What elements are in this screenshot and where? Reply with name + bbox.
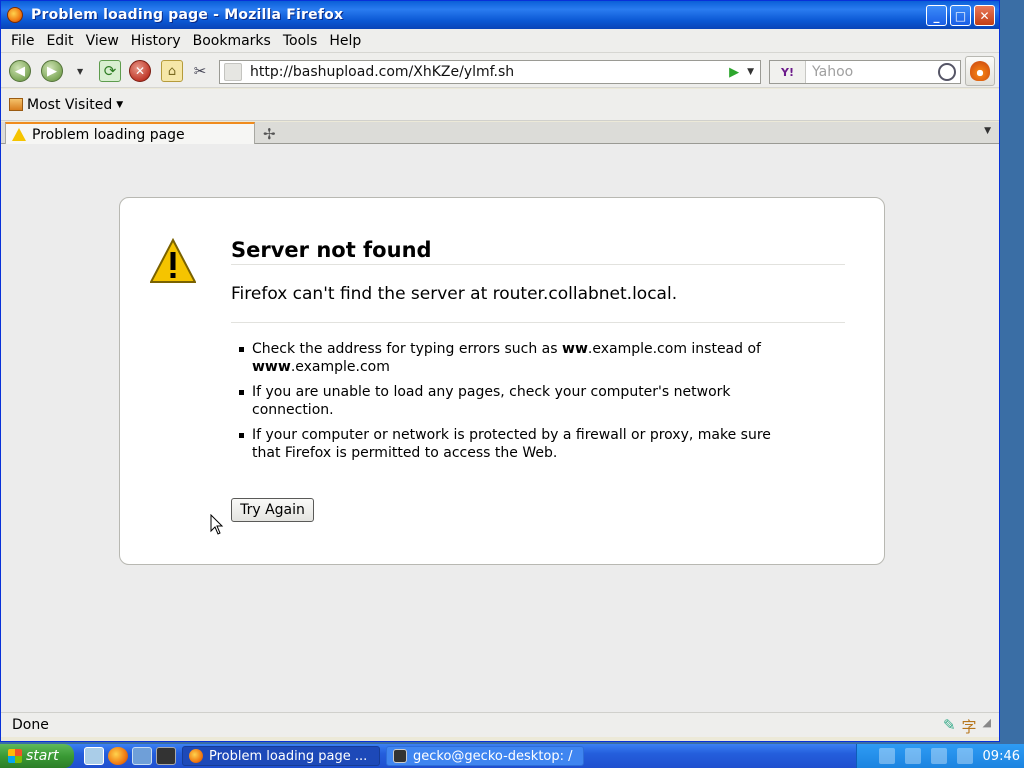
divider bbox=[231, 264, 845, 265]
search-icon[interactable] bbox=[938, 63, 956, 81]
try-again-button[interactable]: Try Again bbox=[231, 498, 314, 522]
url-dropdown-icon[interactable]: ▼ bbox=[747, 67, 754, 77]
history-dropdown-icon[interactable]: ▼ bbox=[77, 67, 83, 76]
maximize-button[interactable]: □ bbox=[950, 5, 971, 26]
clock: 09:46 bbox=[982, 748, 1020, 764]
url-input[interactable]: http://bashupload.com/XhKZe/ylmf.sh bbox=[246, 64, 729, 80]
menu-bookmarks[interactable]: Bookmarks bbox=[187, 33, 277, 49]
warning-icon bbox=[12, 128, 26, 141]
tab-list-dropdown-icon[interactable]: ▼ bbox=[984, 126, 991, 136]
menu-history[interactable]: History bbox=[125, 33, 187, 49]
window-title: Problem loading page - Mozilla Firefox bbox=[31, 7, 344, 23]
error-title: Server not found bbox=[231, 238, 432, 262]
menu-tools[interactable]: Tools bbox=[277, 33, 324, 49]
menu-view[interactable]: View bbox=[80, 33, 125, 49]
mouse-cursor-icon bbox=[210, 514, 224, 535]
go-icon[interactable]: ▶ bbox=[729, 65, 739, 80]
minimize-button[interactable]: _ bbox=[926, 5, 947, 26]
system-tray: 09:46 bbox=[856, 744, 1024, 768]
tab-problem-loading[interactable]: Problem loading page bbox=[5, 122, 255, 145]
warning-icon bbox=[150, 238, 196, 283]
tab-label: Problem loading page bbox=[32, 126, 185, 143]
back-button[interactable]: ◀ bbox=[9, 60, 31, 82]
firefox-icon bbox=[7, 7, 23, 23]
firefox-icon bbox=[189, 749, 203, 763]
terminal-launch-icon[interactable] bbox=[156, 747, 176, 765]
stop-button[interactable]: ✕ bbox=[129, 60, 151, 82]
home-button[interactable]: ⌂ bbox=[161, 60, 183, 82]
browser-window: Problem loading page - Mozilla Firefox _… bbox=[0, 0, 1000, 742]
bookmarks-toolbar: Most Visited ▼ bbox=[1, 89, 999, 121]
list-item: If you are unable to load any pages, che… bbox=[239, 383, 799, 419]
url-bar[interactable]: http://bashupload.com/XhKZe/ylmf.sh ▶ ▼ bbox=[219, 60, 761, 84]
new-tab-button[interactable]: ✢ bbox=[263, 125, 276, 143]
navigation-toolbar: ◀ ▶ ▼ ⟳ ✕ ⌂ ✂ http://bashupload.com/XhKZ… bbox=[1, 52, 999, 88]
list-item: Check the address for typing errors such… bbox=[239, 340, 799, 376]
menu-help[interactable]: Help bbox=[323, 33, 367, 49]
start-flag-icon bbox=[8, 749, 22, 763]
mail-icon[interactable] bbox=[956, 748, 973, 764]
start-button[interactable]: start bbox=[0, 744, 74, 768]
status-text: Done bbox=[12, 717, 49, 733]
error-suggestions-list: Check the address for typing errors such… bbox=[239, 340, 799, 469]
addon-fox-button[interactable] bbox=[965, 56, 995, 86]
status-bar: Done ✎ 字 ◢ bbox=[1, 712, 999, 737]
close-button[interactable]: ✕ bbox=[974, 5, 995, 26]
taskbar: start Problem loading page ... gecko@gec… bbox=[0, 744, 1024, 768]
network-icon[interactable] bbox=[904, 748, 921, 764]
firefox-launch-icon[interactable] bbox=[108, 747, 128, 765]
list-item: If your computer or network is protected… bbox=[239, 426, 799, 462]
quick-launch bbox=[84, 747, 176, 765]
divider bbox=[231, 322, 845, 323]
search-bar[interactable]: Y! Yahoo bbox=[769, 60, 961, 84]
menu-bar: File Edit View History Bookmarks Tools H… bbox=[1, 29, 999, 52]
bookmark-folder-icon bbox=[9, 98, 23, 111]
page-content: Server not found Firefox can't find the … bbox=[1, 144, 999, 712]
resize-grip-icon[interactable]: ◢ bbox=[983, 716, 991, 737]
search-input[interactable]: Yahoo bbox=[806, 64, 938, 80]
desktop-icon[interactable] bbox=[132, 747, 152, 765]
site-identity-icon[interactable] bbox=[224, 63, 242, 81]
error-short-description: Firefox can't find the server at router.… bbox=[231, 284, 678, 304]
tab-bar: Problem loading page ✢ ▼ bbox=[1, 122, 999, 145]
input-method-icon[interactable]: 字 bbox=[962, 716, 977, 737]
forward-button[interactable]: ▶ bbox=[41, 60, 63, 82]
status-addon-icon[interactable]: ✎ bbox=[943, 716, 956, 737]
workspace-icon[interactable] bbox=[878, 748, 895, 764]
error-page-container: Server not found Firefox can't find the … bbox=[119, 197, 885, 565]
search-engine-button[interactable]: Y! bbox=[770, 61, 806, 83]
update-icon[interactable] bbox=[930, 748, 947, 764]
taskbar-task-firefox[interactable]: Problem loading page ... bbox=[182, 746, 380, 766]
scissors-icon[interactable]: ✂ bbox=[189, 60, 211, 82]
taskbar-task-terminal[interactable]: gecko@gecko-desktop: / bbox=[386, 746, 584, 766]
menu-file[interactable]: File bbox=[5, 33, 40, 49]
reload-button[interactable]: ⟳ bbox=[99, 60, 121, 82]
fox-icon bbox=[970, 61, 990, 81]
browser-launch-icon[interactable] bbox=[84, 747, 104, 765]
terminal-icon bbox=[393, 749, 407, 763]
menu-edit[interactable]: Edit bbox=[40, 33, 79, 49]
most-visited-button[interactable]: Most Visited bbox=[27, 97, 112, 113]
chevron-down-icon[interactable]: ▼ bbox=[116, 100, 123, 110]
title-bar[interactable]: Problem loading page - Mozilla Firefox _… bbox=[1, 1, 999, 29]
